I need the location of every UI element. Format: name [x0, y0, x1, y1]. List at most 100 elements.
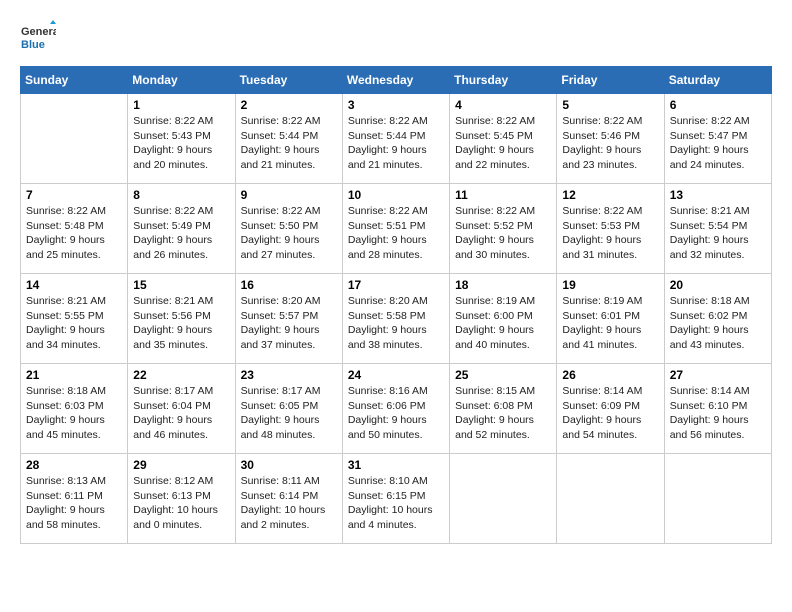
- day-cell: 12 Sunrise: 8:22 AMSunset: 5:53 PMDayligh…: [557, 184, 664, 274]
- day-number: 15: [133, 278, 229, 292]
- day-info: Sunrise: 8:22 AMSunset: 5:51 PMDaylight:…: [348, 204, 444, 263]
- col-header-wednesday: Wednesday: [342, 67, 449, 94]
- day-cell: [557, 454, 664, 544]
- day-cell: 25 Sunrise: 8:15 AMSunset: 6:08 PMDayligh…: [450, 364, 557, 454]
- week-row-4: 21Sunrise: 8:18 AMSunset: 6:03 PMDayligh…: [21, 364, 772, 454]
- day-info: Sunrise: 8:21 AMSunset: 5:54 PMDaylight:…: [670, 204, 766, 263]
- day-cell: 16Sunrise: 8:20 AMSunset: 5:57 PMDayligh…: [235, 274, 342, 364]
- day-cell: 31Sunrise: 8:10 AMSunset: 6:15 PMDayligh…: [342, 454, 449, 544]
- week-row-2: 7 Sunrise: 8:22 AMSunset: 5:48 PMDaylight…: [21, 184, 772, 274]
- day-cell: 26 Sunrise: 8:14 AMSunset: 6:09 PMDayligh…: [557, 364, 664, 454]
- day-cell: [664, 454, 771, 544]
- day-info: Sunrise: 8:17 AMSunset: 6:04 PMDaylight:…: [133, 384, 229, 443]
- col-header-monday: Monday: [128, 67, 235, 94]
- day-number: 31: [348, 458, 444, 472]
- day-info: Sunrise: 8:11 AMSunset: 6:14 PMDaylight:…: [241, 474, 337, 533]
- day-info: Sunrise: 8:18 AMSunset: 6:03 PMDaylight:…: [26, 384, 122, 443]
- day-cell: 8 Sunrise: 8:22 AMSunset: 5:49 PMDaylight…: [128, 184, 235, 274]
- day-info: Sunrise: 8:22 AMSunset: 5:46 PMDaylight:…: [562, 114, 658, 173]
- day-cell: 18 Sunrise: 8:19 AMSunset: 6:00 PMDayligh…: [450, 274, 557, 364]
- day-number: 25: [455, 368, 551, 382]
- day-number: 9: [241, 188, 337, 202]
- svg-text:Blue: Blue: [21, 39, 45, 51]
- day-cell: 5 Sunrise: 8:22 AMSunset: 5:46 PMDaylight…: [557, 94, 664, 184]
- day-number: 26: [562, 368, 658, 382]
- day-info: Sunrise: 8:22 AMSunset: 5:52 PMDaylight:…: [455, 204, 551, 263]
- day-number: 17: [348, 278, 444, 292]
- day-info: Sunrise: 8:15 AMSunset: 6:08 PMDaylight:…: [455, 384, 551, 443]
- day-number: 20: [670, 278, 766, 292]
- logo: General Blue: [20, 20, 56, 56]
- day-info: Sunrise: 8:21 AMSunset: 5:55 PMDaylight:…: [26, 294, 122, 353]
- day-cell: 15Sunrise: 8:21 AMSunset: 5:56 PMDayligh…: [128, 274, 235, 364]
- day-number: 12: [562, 188, 658, 202]
- day-info: Sunrise: 8:22 AMSunset: 5:44 PMDaylight:…: [348, 114, 444, 173]
- day-cell: [450, 454, 557, 544]
- col-header-saturday: Saturday: [664, 67, 771, 94]
- day-info: Sunrise: 8:14 AMSunset: 6:10 PMDaylight:…: [670, 384, 766, 443]
- col-header-thursday: Thursday: [450, 67, 557, 94]
- day-info: Sunrise: 8:19 AMSunset: 6:00 PMDaylight:…: [455, 294, 551, 353]
- day-info: Sunrise: 8:22 AMSunset: 5:50 PMDaylight:…: [241, 204, 337, 263]
- day-number: 1: [133, 98, 229, 112]
- day-info: Sunrise: 8:22 AMSunset: 5:53 PMDaylight:…: [562, 204, 658, 263]
- col-header-sunday: Sunday: [21, 67, 128, 94]
- header-row: SundayMondayTuesdayWednesdayThursdayFrid…: [21, 67, 772, 94]
- day-cell: 3 Sunrise: 8:22 AMSunset: 5:44 PMDaylight…: [342, 94, 449, 184]
- day-number: 27: [670, 368, 766, 382]
- day-number: 11: [455, 188, 551, 202]
- day-number: 22: [133, 368, 229, 382]
- day-cell: 4Sunrise: 8:22 AMSunset: 5:45 PMDaylight…: [450, 94, 557, 184]
- day-number: 28: [26, 458, 122, 472]
- day-cell: 24Sunrise: 8:16 AMSunset: 6:06 PMDayligh…: [342, 364, 449, 454]
- day-info: Sunrise: 8:13 AMSunset: 6:11 PMDaylight:…: [26, 474, 122, 533]
- day-cell: 28 Sunrise: 8:13 AMSunset: 6:11 PMDayligh…: [21, 454, 128, 544]
- day-cell: 1 Sunrise: 8:22 AMSunset: 5:43 PMDaylight…: [128, 94, 235, 184]
- day-number: 19: [562, 278, 658, 292]
- day-info: Sunrise: 8:22 AMSunset: 5:49 PMDaylight:…: [133, 204, 229, 263]
- day-number: 29: [133, 458, 229, 472]
- week-row-5: 28 Sunrise: 8:13 AMSunset: 6:11 PMDayligh…: [21, 454, 772, 544]
- day-number: 6: [670, 98, 766, 112]
- day-cell: 13 Sunrise: 8:21 AMSunset: 5:54 PMDayligh…: [664, 184, 771, 274]
- week-row-3: 14 Sunrise: 8:21 AMSunset: 5:55 PMDayligh…: [21, 274, 772, 364]
- day-info: Sunrise: 8:22 AMSunset: 5:43 PMDaylight:…: [133, 114, 229, 173]
- day-cell: 23Sunrise: 8:17 AMSunset: 6:05 PMDayligh…: [235, 364, 342, 454]
- day-cell: 30Sunrise: 8:11 AMSunset: 6:14 PMDayligh…: [235, 454, 342, 544]
- col-header-tuesday: Tuesday: [235, 67, 342, 94]
- day-info: Sunrise: 8:20 AMSunset: 5:58 PMDaylight:…: [348, 294, 444, 353]
- day-number: 5: [562, 98, 658, 112]
- day-info: Sunrise: 8:20 AMSunset: 5:57 PMDaylight:…: [241, 294, 337, 353]
- day-cell: [21, 94, 128, 184]
- day-info: Sunrise: 8:18 AMSunset: 6:02 PMDaylight:…: [670, 294, 766, 353]
- day-number: 13: [670, 188, 766, 202]
- day-number: 7: [26, 188, 122, 202]
- logo-svg: General Blue: [20, 20, 56, 56]
- day-info: Sunrise: 8:12 AMSunset: 6:13 PMDaylight:…: [133, 474, 229, 533]
- day-cell: 11 Sunrise: 8:22 AMSunset: 5:52 PMDayligh…: [450, 184, 557, 274]
- day-cell: 29 Sunrise: 8:12 AMSunset: 6:13 PMDayligh…: [128, 454, 235, 544]
- calendar-table: SundayMondayTuesdayWednesdayThursdayFrid…: [20, 66, 772, 544]
- day-number: 18: [455, 278, 551, 292]
- day-cell: 22 Sunrise: 8:17 AMSunset: 6:04 PMDayligh…: [128, 364, 235, 454]
- day-info: Sunrise: 8:22 AMSunset: 5:47 PMDaylight:…: [670, 114, 766, 173]
- svg-text:General: General: [21, 26, 56, 38]
- day-cell: 19Sunrise: 8:19 AMSunset: 6:01 PMDayligh…: [557, 274, 664, 364]
- day-cell: 10 Sunrise: 8:22 AMSunset: 5:51 PMDayligh…: [342, 184, 449, 274]
- day-info: Sunrise: 8:17 AMSunset: 6:05 PMDaylight:…: [241, 384, 337, 443]
- day-number: 10: [348, 188, 444, 202]
- day-info: Sunrise: 8:22 AMSunset: 5:44 PMDaylight:…: [241, 114, 337, 173]
- day-number: 3: [348, 98, 444, 112]
- day-cell: 17 Sunrise: 8:20 AMSunset: 5:58 PMDayligh…: [342, 274, 449, 364]
- day-info: Sunrise: 8:14 AMSunset: 6:09 PMDaylight:…: [562, 384, 658, 443]
- day-number: 2: [241, 98, 337, 112]
- day-number: 8: [133, 188, 229, 202]
- day-number: 4: [455, 98, 551, 112]
- day-number: 14: [26, 278, 122, 292]
- week-row-1: 1 Sunrise: 8:22 AMSunset: 5:43 PMDaylight…: [21, 94, 772, 184]
- page-header: General Blue: [20, 20, 772, 56]
- day-cell: 14 Sunrise: 8:21 AMSunset: 5:55 PMDayligh…: [21, 274, 128, 364]
- day-info: Sunrise: 8:22 AMSunset: 5:48 PMDaylight:…: [26, 204, 122, 263]
- day-cell: 20 Sunrise: 8:18 AMSunset: 6:02 PMDayligh…: [664, 274, 771, 364]
- day-info: Sunrise: 8:16 AMSunset: 6:06 PMDaylight:…: [348, 384, 444, 443]
